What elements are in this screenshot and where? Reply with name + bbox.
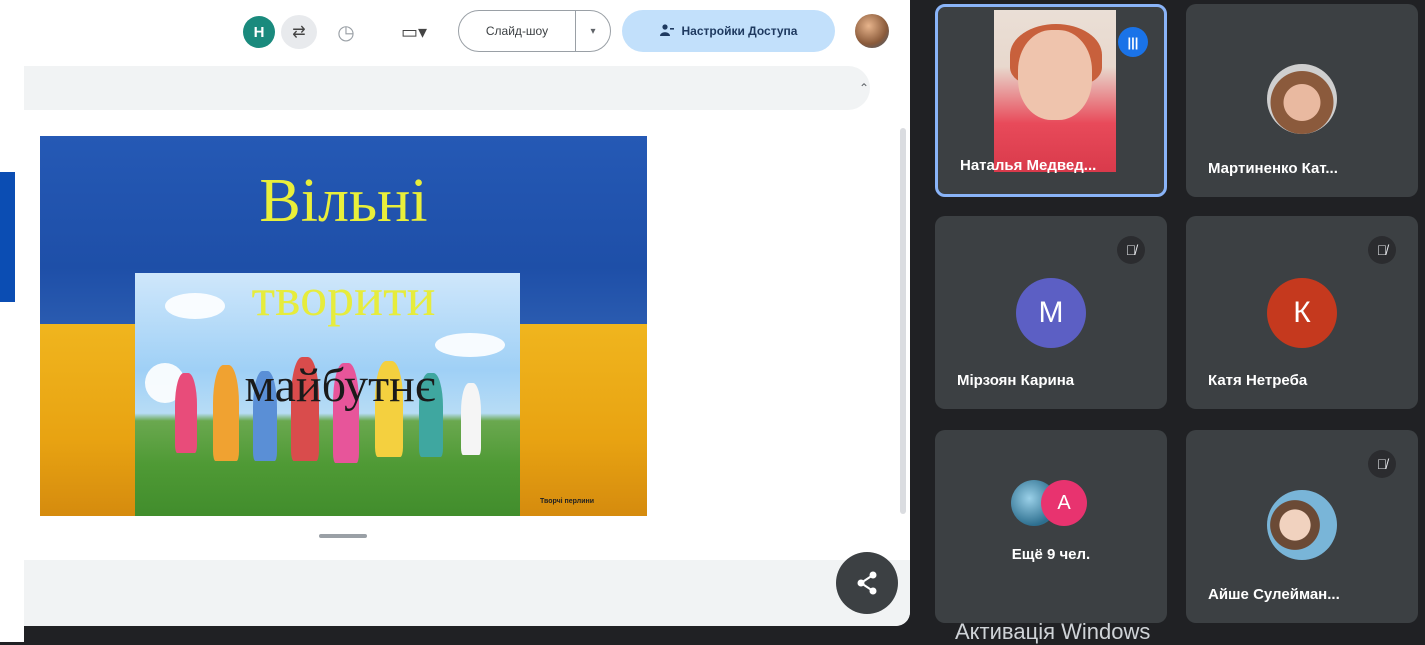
share-icon[interactable] — [836, 552, 898, 614]
participant-name: Мірзоян Карина — [957, 372, 1075, 389]
participant-avatar: К — [1267, 278, 1337, 348]
slideshow-button[interactable]: Слайд-шоу ▾ — [458, 10, 611, 52]
participant-avatar — [1267, 490, 1337, 560]
speaking-indicator-icon: ||| — [1118, 27, 1148, 57]
participant-avatar: М — [1016, 278, 1086, 348]
collapse-chevron-icon[interactable]: ⌃ — [852, 78, 876, 98]
slide-title-line3: майбутнє — [244, 359, 436, 412]
people-icon — [659, 23, 674, 39]
slideshow-label[interactable]: Слайд-шоу — [459, 11, 576, 51]
more-participants-label: Ещё 9 чел. — [1011, 546, 1091, 563]
present-icon[interactable]: ⇄ — [281, 15, 317, 49]
more-participants-tile[interactable]: А Ещё 9 чел. — [935, 430, 1167, 623]
participant-video — [994, 10, 1116, 172]
extra-avatar: А — [1041, 480, 1087, 526]
stacked-avatars: А — [1011, 480, 1091, 530]
participant-name: Наталья Медвед... — [960, 157, 1097, 174]
participant-tile-speaker[interactable]: ||| Наталья Медвед... — [935, 4, 1167, 197]
mic-off-icon: 🎙̸ — [1117, 236, 1145, 264]
vertical-scrollbar[interactable] — [900, 128, 906, 514]
meet-camera-icon[interactable]: ▭▾ — [389, 16, 439, 48]
mic-off-icon: 🎙̸ — [1368, 236, 1396, 264]
participant-tile[interactable]: 🎙̸ М Мірзоян Карина — [935, 216, 1167, 409]
participant-name: Мартиненко Кат... — [1208, 160, 1338, 177]
history-icon[interactable]: ◷ — [329, 16, 363, 48]
participant-tile[interactable]: 🎙̸ К Катя Нетреба — [1186, 216, 1418, 409]
left-window-edge — [0, 0, 24, 642]
mic-off-icon: 🎙̸ — [1368, 450, 1396, 478]
filmstrip-bar — [24, 66, 870, 110]
left-accent-strip — [0, 172, 15, 302]
slide-editor-panel: Н ⇄ ◷ ▭▾ Слайд-шоу ▾ Настройки Доступа ⌃ — [24, 0, 910, 626]
participant-tile[interactable]: Мартиненко Кат... — [1186, 4, 1418, 197]
participant-avatar — [1267, 64, 1337, 134]
participant-name: Айше Сулейман... — [1208, 586, 1340, 603]
speaker-notes-bar[interactable] — [24, 560, 910, 626]
share-settings-label: Настройки Доступа — [681, 24, 798, 38]
resize-handle[interactable] — [319, 534, 367, 538]
user-avatar[interactable]: Н — [243, 16, 275, 48]
slide-caption: Творчі перлини — [540, 498, 595, 505]
participant-name: Катя Нетреба — [1208, 372, 1308, 389]
share-settings-button[interactable]: Настройки Доступа — [622, 10, 835, 52]
participant-tile[interactable]: 🎙̸ Айше Сулейман... — [1186, 430, 1418, 623]
account-avatar[interactable] — [855, 14, 889, 48]
slide-title-line1: Вільні — [259, 167, 428, 235]
slideshow-dropdown-icon[interactable]: ▾ — [576, 26, 610, 37]
editor-toolbar: Н ⇄ ◷ ▭▾ Слайд-шоу ▾ Настройки Доступа — [24, 0, 910, 64]
slide-title-line2: творити — [251, 267, 436, 327]
slide-canvas[interactable]: Вільні творити майбутнє Творчі перлини — [40, 136, 647, 516]
windows-activation-watermark: Активація Windows — [955, 619, 1151, 644]
